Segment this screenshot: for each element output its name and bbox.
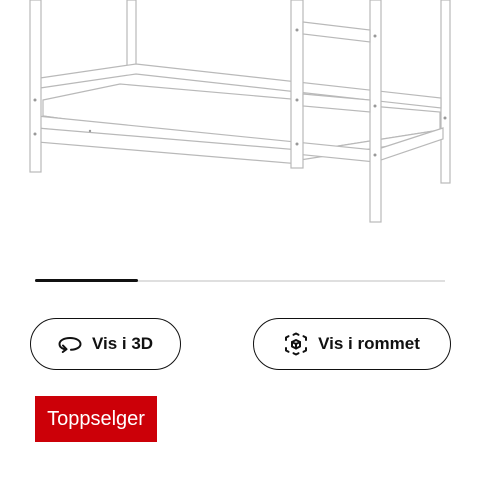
rotate-3d-icon xyxy=(58,335,82,353)
bestseller-badge: Toppselger xyxy=(35,396,157,442)
view-in-room-button[interactable]: Vis i rommet xyxy=(253,318,451,370)
carousel-progress-fill xyxy=(35,279,138,282)
carousel-progress[interactable] xyxy=(35,279,445,282)
product-image xyxy=(29,0,451,223)
view-in-room-label: Vis i rommet xyxy=(318,334,420,353)
bestseller-badge-label: Toppselger xyxy=(47,407,145,430)
ar-cube-icon xyxy=(284,332,308,356)
view-in-3d-button[interactable]: Vis i 3D xyxy=(30,318,181,370)
view-in-3d-label: Vis i 3D xyxy=(91,334,154,353)
